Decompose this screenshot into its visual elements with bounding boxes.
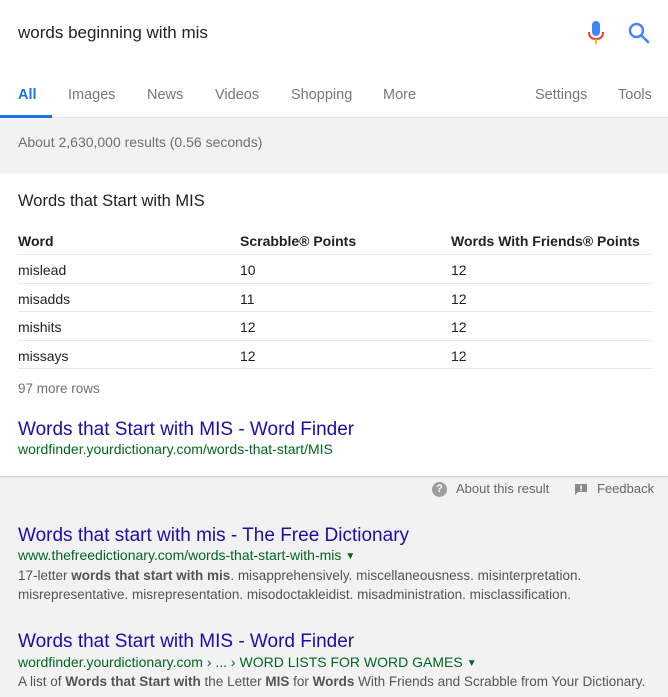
table-cell-wwf: 12 (451, 291, 467, 307)
tab-news[interactable]: News (147, 87, 183, 103)
table-cell-word: missays (18, 348, 69, 364)
snippet-highlight: Words that Start with (65, 674, 201, 689)
tab-videos[interactable]: Videos (215, 87, 259, 103)
table-row: mishits 12 12 (18, 312, 652, 341)
table-header-row: Word Scrabble® Points Words With Friends… (18, 226, 652, 255)
result-title-link[interactable]: Words that Start with MIS - Word Finder (18, 631, 354, 653)
snippet-text: the Letter (201, 674, 266, 689)
feedback-label: Feedback (597, 481, 654, 496)
snippet-text: 17-letter (18, 568, 71, 583)
snippet-highlight: MIS (265, 674, 289, 689)
table-cell-scrabble: 11 (240, 291, 255, 307)
table-row: mislead 10 12 (18, 255, 652, 284)
snippet-highlight: words that start with mis (71, 568, 230, 583)
snippet-text: A list of (18, 674, 65, 689)
search-input[interactable]: words beginning with mis (18, 23, 208, 43)
table-cell-wwf: 12 (451, 262, 467, 278)
search-icon[interactable] (628, 22, 650, 44)
table-header-word: Word (18, 233, 54, 249)
help-icon: ? (432, 482, 447, 497)
tab-shopping[interactable]: Shopping (291, 87, 352, 103)
about-this-result-label: About this result (456, 481, 549, 496)
table-row: misadds 11 12 (18, 284, 652, 313)
search-tabs: All Images News Videos Shopping More Set… (0, 60, 668, 118)
result-snippet: 17-letter words that start with mis. mis… (18, 566, 658, 604)
result-snippet: A list of Words that Start with the Lett… (18, 672, 658, 691)
active-tab-indicator (0, 115, 52, 118)
table-cell-word: mishits (18, 319, 62, 335)
table-header-scrabble: Scrabble® Points (240, 233, 356, 249)
tab-images[interactable]: Images (68, 87, 116, 103)
snippet-text: for (289, 674, 312, 689)
tab-more[interactable]: More (383, 87, 416, 103)
result-url: wordfinder.yourdictionary.com › ... › WO… (18, 654, 477, 670)
featured-snippet-card: Words that Start with MIS Word Scrabble®… (0, 174, 668, 476)
table-cell-word: mislead (18, 262, 66, 278)
result-url: www.thefreedictionary.com/words-that-sta… (18, 547, 355, 563)
table-cell-scrabble: 12 (240, 319, 256, 335)
dropdown-arrow-icon[interactable]: ▼ (345, 551, 355, 562)
table-row: missays 12 12 (18, 341, 652, 370)
table-cell-word: misadds (18, 291, 70, 307)
result-url-text: www.thefreedictionary.com/words-that-sta… (18, 547, 341, 563)
microphone-icon[interactable] (586, 20, 606, 46)
featured-result-url: wordfinder.yourdictionary.com/words-that… (18, 441, 333, 457)
search-results-page: words beginning with mis All Images News… (0, 0, 668, 697)
featured-snippet-title: Words that Start with MIS (18, 192, 205, 211)
result-title-link[interactable]: Words that start with mis - The Free Dic… (18, 525, 409, 547)
tab-all[interactable]: All (18, 87, 37, 103)
result-url-text: wordfinder.yourdictionary.com › ... › WO… (18, 654, 463, 670)
tab-settings[interactable]: Settings (535, 87, 587, 103)
table-cell-scrabble: 12 (240, 348, 256, 364)
tab-tools[interactable]: Tools (618, 87, 652, 103)
snippet-text: With Friends and Scrabble from Your Dict… (354, 674, 645, 689)
table-cell-wwf: 12 (451, 319, 467, 335)
more-rows-link[interactable]: 97 more rows (18, 381, 100, 396)
result-stats: About 2,630,000 results (0.56 seconds) (18, 134, 262, 150)
featured-result-link[interactable]: Words that Start with MIS - Word Finder (18, 419, 354, 441)
table-header-wwf: Words With Friends® Points (451, 233, 640, 249)
dropdown-arrow-icon[interactable]: ▼ (467, 658, 477, 669)
table-cell-scrabble: 10 (240, 262, 256, 278)
points-table: Word Scrabble® Points Words With Friends… (18, 226, 652, 369)
table-cell-wwf: 12 (451, 348, 467, 364)
feedback-icon (574, 483, 588, 496)
search-bar: words beginning with mis (0, 0, 668, 60)
snippet-highlight: Words (313, 674, 355, 689)
